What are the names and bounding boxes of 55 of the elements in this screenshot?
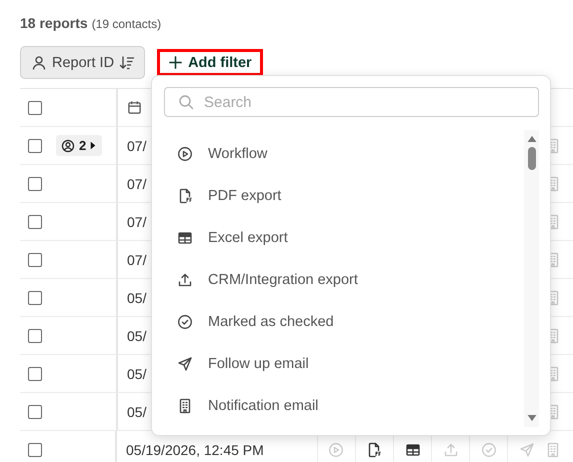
date-cell: 05/ (127, 404, 146, 420)
add-filter-button[interactable]: Add filter (157, 49, 263, 76)
checkbox[interactable] (28, 290, 42, 304)
checkbox[interactable] (28, 214, 42, 228)
pdf-file-icon[interactable] (366, 442, 382, 458)
checkbox[interactable] (28, 252, 42, 266)
date-cell: 07/ (127, 252, 146, 268)
send-icon (177, 356, 193, 372)
date-cell: 07/ (127, 176, 146, 192)
scroll-up-icon (526, 135, 536, 142)
scroll-down-icon (526, 415, 536, 422)
date-cell: 05/ (127, 328, 146, 344)
pdf-file-icon (177, 188, 193, 204)
menu-item[interactable]: Excel export (164, 217, 524, 259)
reports-count: 18 reports (20, 15, 88, 31)
calendar-icon (127, 100, 142, 115)
date-cell: 05/ (127, 366, 146, 382)
building-icon (177, 398, 193, 414)
upload-icon (177, 272, 193, 288)
date-cell: 07/ (127, 214, 146, 230)
play-circle-icon (177, 146, 193, 162)
checkbox[interactable] (28, 442, 42, 456)
scrollbar[interactable] (524, 130, 539, 427)
scroll-thumb[interactable] (528, 147, 536, 170)
checkbox[interactable] (28, 404, 42, 418)
search-field[interactable]: Search (164, 87, 539, 117)
caret-right-icon (90, 141, 96, 150)
menu-item[interactable]: Workflow (164, 133, 524, 175)
date-cell: 07/ (127, 138, 146, 154)
contacts-count: (19 contacts) (92, 17, 162, 31)
upload-icon[interactable] (442, 442, 459, 458)
person-circle-icon (61, 138, 75, 152)
checkbox[interactable] (28, 100, 42, 114)
check-circle-icon (177, 314, 193, 330)
sort-descending-icon (119, 54, 136, 70)
table-icon[interactable] (404, 442, 421, 458)
checkbox[interactable] (28, 176, 42, 190)
send-icon[interactable] (518, 442, 535, 458)
menu-item[interactable]: PDF export (164, 175, 524, 217)
menu-item[interactable]: CRM/Integration export (164, 259, 524, 301)
play-circle-icon[interactable] (328, 442, 344, 458)
sort-button[interactable]: Report ID (20, 46, 146, 79)
menu-item[interactable]: Notification email (164, 385, 524, 427)
checkbox[interactable] (28, 328, 42, 342)
table-icon (177, 230, 193, 246)
date-cell: 05/ (127, 290, 146, 306)
contacts-toggle[interactable]: 2 (56, 135, 102, 156)
menu-item[interactable]: Follow up email (164, 343, 524, 385)
person-icon (31, 54, 47, 70)
check-circle-icon[interactable] (480, 442, 497, 458)
plus-icon (168, 55, 184, 70)
menu-item[interactable]: Marked as checked (164, 301, 524, 343)
date-cell: 05/19/2026, 12:45 PM (126, 442, 264, 458)
checkbox[interactable] (28, 138, 42, 152)
checkbox[interactable] (28, 366, 42, 380)
